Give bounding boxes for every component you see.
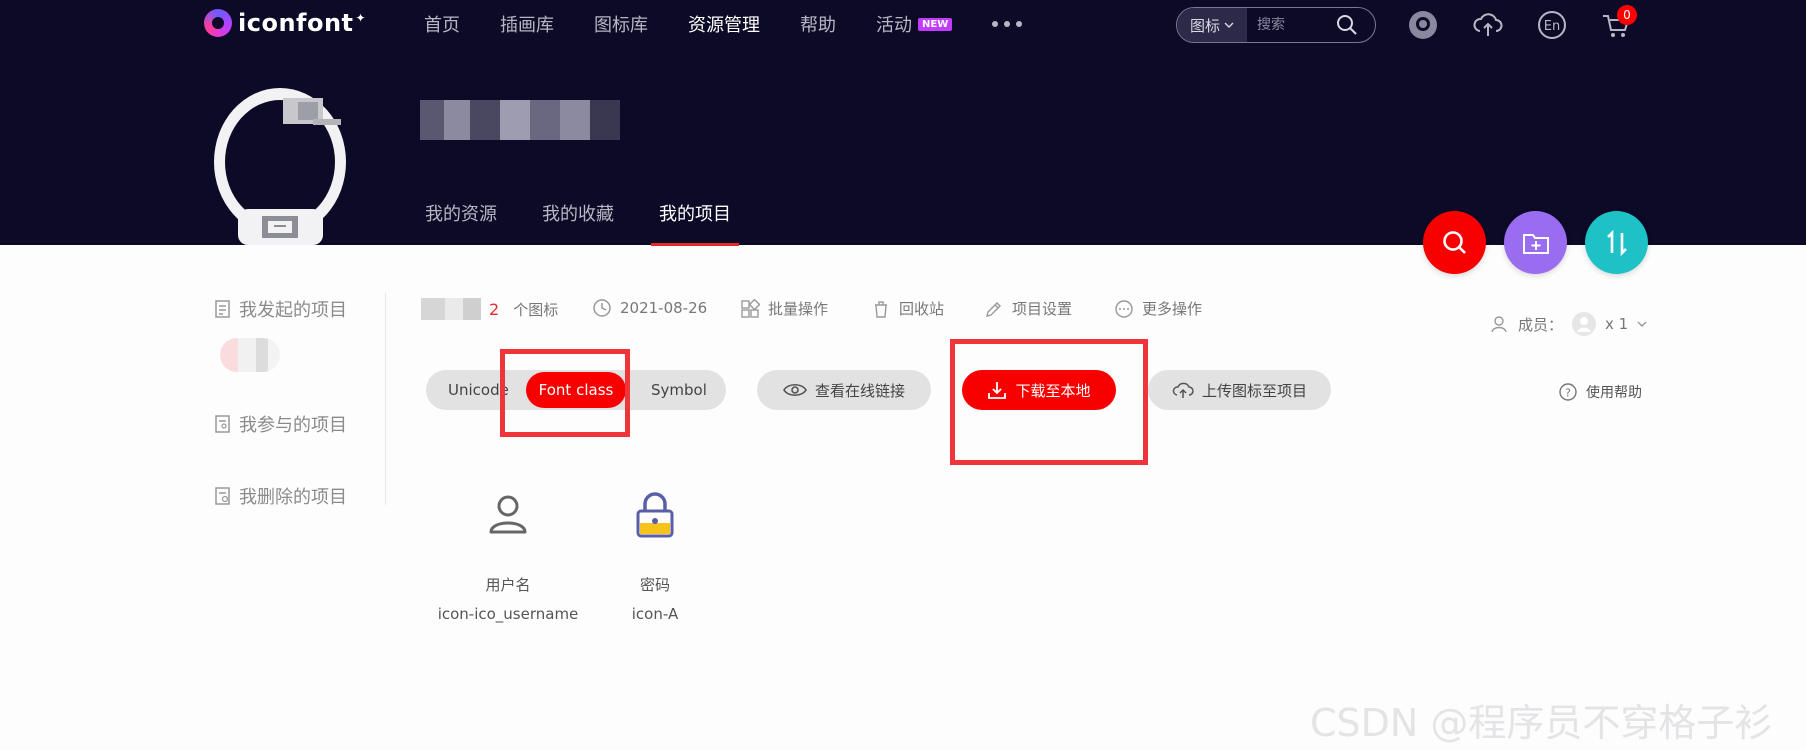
fab-search-button[interactable] — [1423, 211, 1486, 274]
icon-class-name: icon-A — [631, 605, 679, 623]
icon-name: 用户名 — [485, 576, 531, 594]
language-en-icon[interactable]: En — [1536, 9, 1568, 41]
project-date-text: 2021-08-26 — [620, 299, 708, 317]
sidebar-item-joined-projects[interactable]: 我参与的项目 — [213, 411, 347, 437]
icon-card[interactable]: 用户名 icon-ico_username — [433, 490, 583, 623]
nav-item-activities-label: 活动 — [876, 15, 912, 36]
batch-operation-button[interactable]: 批量操作 — [740, 298, 828, 319]
upload-cloud-icon — [1172, 382, 1194, 398]
user-avatar-icon[interactable] — [1407, 9, 1439, 41]
view-online-link-label: 查看在线链接 — [814, 381, 905, 400]
sidebar-item-deleted-projects[interactable]: 我删除的项目 — [213, 483, 347, 509]
project-settings-button[interactable]: 项目设置 — [984, 298, 1072, 319]
lock-icon — [636, 492, 674, 538]
pencil-icon — [986, 301, 1001, 317]
new-badge: NEW — [918, 17, 953, 31]
tab-my-resources[interactable]: 我的资源 — [425, 200, 497, 238]
main-nav: 首页 插画库 图标库 资源管理 帮助 活动 NEW — [424, 8, 1023, 40]
cart-count-badge: 0 — [1617, 5, 1637, 25]
nav-item-home[interactable]: 首页 — [424, 11, 460, 37]
recycle-bin-label: 回收站 — [899, 300, 945, 318]
fab-new-folder-button[interactable] — [1504, 211, 1567, 274]
nav-item-activities[interactable]: 活动 NEW — [876, 11, 953, 37]
tab-my-favorites[interactable]: 我的收藏 — [542, 200, 614, 238]
grid-icon — [741, 298, 760, 318]
project-avatar — [214, 88, 346, 245]
svg-text:En: En — [1544, 19, 1560, 34]
tab-my-projects[interactable]: 我的项目 — [651, 200, 739, 246]
icon-card[interactable]: 密码 icon-A — [580, 490, 730, 623]
upload-icons-button[interactable]: 上传图标至项目 — [1148, 370, 1331, 410]
more-actions-button[interactable]: 更多操作 — [1114, 298, 1202, 319]
more-dots-icon[interactable] — [992, 21, 1023, 27]
icon-count: 2 个图标 — [421, 298, 558, 320]
icon-class-name: icon-ico_username — [437, 605, 579, 623]
sidebar-item-label: 我参与的项目 — [239, 415, 347, 436]
highlight-box-font-class — [500, 349, 630, 437]
batch-operation-label: 批量操作 — [768, 300, 829, 318]
more-circle-icon — [1115, 299, 1133, 318]
usage-help-label: 使用帮助 — [1586, 385, 1642, 401]
view-online-link-button[interactable]: 查看在线链接 — [757, 370, 931, 410]
nav-item-illustrations[interactable]: 插画库 — [500, 11, 554, 37]
members-count: x 1 — [1605, 315, 1629, 333]
sub-nav: 我的资源 我的收藏 我的项目 — [425, 200, 739, 246]
logo-icon — [204, 9, 232, 37]
iconfont-logo[interactable]: iconfont ✦ — [204, 8, 366, 38]
chevron-down-icon — [1637, 321, 1647, 327]
project-date: 2021-08-26 — [592, 298, 707, 318]
search-bar: 图标 — [1176, 7, 1376, 43]
nav-item-icon-library[interactable]: 图标库 — [594, 11, 648, 37]
usage-help-link[interactable]: ? 使用帮助 — [1558, 382, 1642, 402]
project-settings-label: 项目设置 — [1012, 300, 1073, 318]
members-icon — [1491, 316, 1507, 333]
members-dropdown[interactable]: 成员： x 1 — [1490, 311, 1648, 337]
username-blurred — [420, 100, 620, 140]
nav-item-help[interactable]: 帮助 — [800, 11, 836, 37]
sidebar-item-created-projects[interactable]: 我发起的项目 — [213, 296, 347, 322]
search-type-label: 图标 — [1189, 16, 1220, 35]
format-symbol-option[interactable]: Symbol — [651, 370, 707, 410]
sidebar-item-label: 我删除的项目 — [239, 487, 347, 508]
highlight-box-download — [950, 339, 1148, 465]
icon-count-number: 2 — [489, 299, 500, 319]
user-icon — [489, 495, 527, 534]
top-header: iconfont✦ 首页 插画库 图标库 资源管理 帮助 活动 NEW 图标 E… — [0, 0, 1806, 246]
upload-cloud-icon[interactable] — [1472, 9, 1504, 41]
sort-icon — [1606, 229, 1627, 256]
member-avatar-icon — [1572, 312, 1597, 336]
question-circle-icon: ? — [1559, 383, 1577, 401]
logo-sparkle-icon: ✦ — [355, 11, 367, 25]
document-user-icon — [215, 415, 230, 433]
eye-icon — [783, 383, 807, 397]
document-delete-icon — [215, 487, 230, 505]
project-name-blurred — [421, 298, 481, 320]
document-icon — [215, 300, 230, 318]
upload-icons-label: 上传图标至项目 — [1201, 381, 1307, 400]
sidebar-divider — [385, 293, 386, 505]
icon-count-label: 个图标 — [513, 300, 559, 319]
svg-text:?: ? — [1565, 387, 1571, 400]
search-icon[interactable] — [1335, 13, 1359, 37]
trash-icon — [875, 300, 887, 318]
search-icon — [1442, 230, 1466, 254]
csdn-watermark: CSDN @程序员不穿格子衫 — [1310, 701, 1773, 745]
logo-text: iconfont — [238, 9, 354, 37]
fab-sort-button[interactable] — [1585, 211, 1648, 274]
project-name-blurred — [220, 338, 280, 372]
chevron-down-icon — [1224, 22, 1234, 28]
icon-name: 密码 — [639, 576, 670, 594]
sidebar-item-label: 我发起的项目 — [239, 300, 347, 321]
search-input[interactable] — [1247, 8, 1333, 42]
more-actions-label: 更多操作 — [1142, 300, 1203, 318]
add-folder-icon — [1522, 233, 1549, 254]
recycle-bin-button[interactable]: 回收站 — [871, 298, 944, 319]
nav-item-resource-management[interactable]: 资源管理 — [688, 11, 760, 37]
members-label: 成员： — [1518, 315, 1564, 334]
search-type-select[interactable]: 图标 — [1177, 8, 1247, 42]
clock-icon — [593, 299, 611, 317]
